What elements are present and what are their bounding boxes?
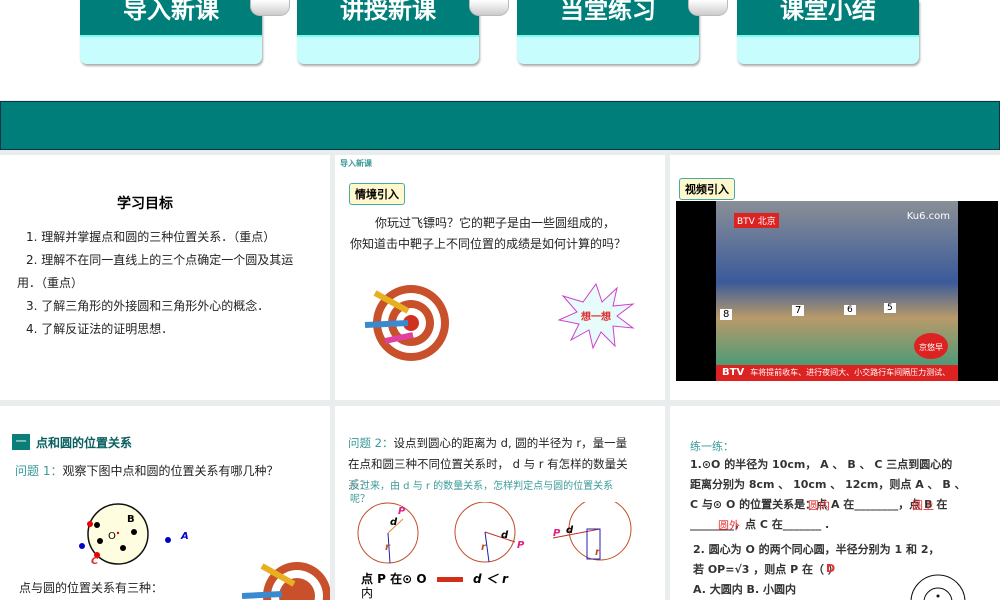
tab-lecture[interactable]: 讲授新课 (297, 0, 479, 64)
ring-connector (469, 0, 509, 16)
lesson-nav: 导入新课 讲授新课 当堂练习 课堂小结 (0, 0, 1000, 100)
objective-item: 1. 理解并掌握点和圆的三种位置关系．（重点） (26, 230, 276, 244)
objectives-title: 学习目标 (117, 196, 173, 212)
answer: D (826, 562, 836, 575)
tab-intro[interactable]: 导入新课 (80, 0, 262, 64)
objective-item: 用．（重点） (17, 276, 84, 290)
tab-summary[interactable]: 课堂小结 (737, 0, 919, 64)
section-title: 点和圆的位置关系 (36, 436, 133, 450)
objective-item: 3. 了解三角形的外接圆和三角形外心的概念． (26, 299, 270, 313)
position-slide[interactable]: 一 点和圆的位置关系 问题 1：观察下图中点和圆的位置关系有哪几种？ B O A… (0, 406, 330, 600)
summary-text: 点与圆的位置关系有三种： (19, 581, 164, 595)
answer: 圆内 (808, 499, 830, 512)
video-frame: BTV 北京 Ku6.com 8 7 6 5 京悠早 BTV 车将提前收车、进行夜… (716, 201, 958, 381)
title-bar (0, 101, 1000, 150)
answer: 圆上 (912, 499, 934, 512)
objectives-slide[interactable]: 学习目标 1. 理解并掌握点和圆的三种位置关系．（重点） 2. 理解不在同一直线… (0, 155, 330, 400)
practice-slide[interactable]: 练一练： 1.⊙O 的半径为 10cm， A 、 B 、 C 三点到圆心的 距离… (670, 406, 1000, 600)
ring-connector (688, 0, 728, 16)
intro-line: 你玩过飞镖吗？它的靶子是由一些圆组成的， (375, 216, 616, 230)
ring-connector (250, 0, 290, 16)
objective-item: 2. 理解不在同一直线上的三个点确定一个圆及其运 (26, 253, 294, 267)
video-player[interactable]: BTV 北京 Ku6.com 8 7 6 5 京悠早 BTV 车将提前收车、进行夜… (676, 201, 998, 381)
section-badge: 一 (12, 434, 30, 450)
section-label: 导入新课 (340, 159, 372, 168)
double-arrow-icon (437, 577, 463, 582)
video-slide[interactable]: 视频引入 BTV 北京 Ku6.com 8 7 6 5 京悠早 BTV 车将提前收… (670, 155, 1000, 400)
intro-slide[interactable]: 导入新课 情境引入 你玩过飞镖吗？它的靶子是由一些圆组成的， 你知道击中靶子上不… (335, 155, 665, 400)
dartboard-image (364, 285, 449, 361)
answer: 圆外 (718, 519, 740, 532)
rule-right: d ＜ r (473, 572, 508, 586)
practice-title: 练一练： (690, 440, 734, 453)
objective-item: 4. 了解反证法的证明思想． (26, 322, 174, 336)
think-burst: 想一想 (557, 282, 635, 350)
rule-left: 点 P 在⊙ O (361, 572, 427, 586)
video-tag: 视频引入 (679, 178, 735, 200)
tab-practice[interactable]: 当堂练习 (517, 0, 699, 64)
dartboard-image (242, 562, 330, 600)
scenario-tag: 情境引入 (349, 183, 405, 205)
question2-slide[interactable]: 问题 2：设点到圆心的距离为 d, 圆的半径为 r，量一量 在点和圆三种不同位置… (335, 406, 665, 600)
concentric-circles-diagram (910, 574, 966, 600)
intro-line: 你知道击中靶子上不同位置的成绩是如何计算的吗？ (350, 237, 627, 251)
